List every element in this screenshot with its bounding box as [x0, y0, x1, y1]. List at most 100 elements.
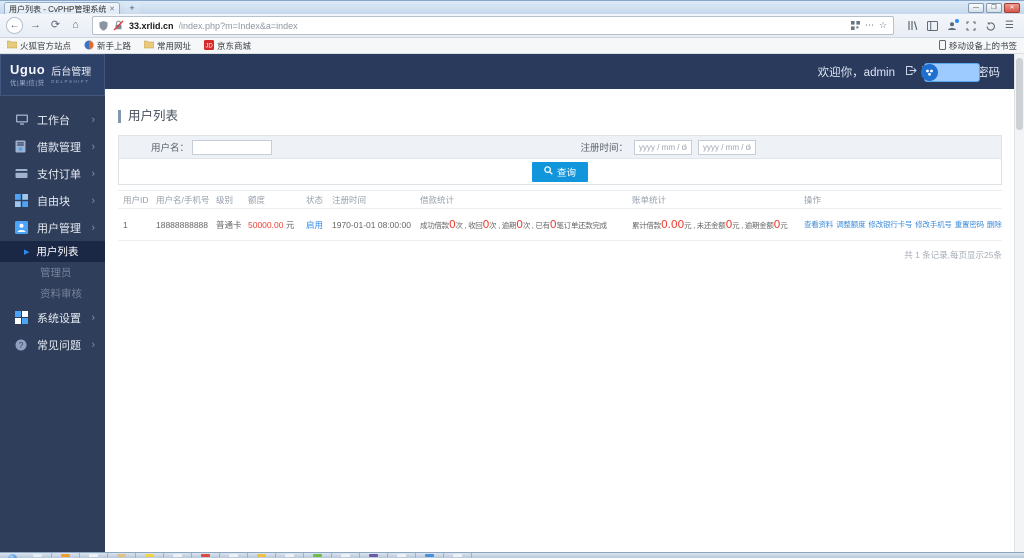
mobile-bookmarks[interactable]: 移动设备上的书签 [938, 39, 1017, 52]
taskbar-button[interactable] [80, 553, 108, 558]
logo-title-sub: DELPSHIFT [51, 78, 90, 84]
bookmark-item[interactable]: 火狐官方站点 [6, 40, 71, 52]
date-to-input[interactable] [698, 139, 756, 155]
operation-link[interactable]: 调整额度 [836, 220, 865, 229]
taskbar-button[interactable] [220, 553, 248, 558]
cell-loan-stats: 成功借款0次 , 收回0次 , 逾期0次 , 已有0笔订单还款完成 [420, 218, 607, 231]
taskbar-button[interactable] [332, 553, 360, 558]
extension-overlay-badge[interactable] [921, 63, 980, 82]
firefox-icon [84, 40, 94, 52]
chevron-right-icon: › [91, 113, 95, 126]
screenshot-icon[interactable] [966, 20, 976, 31]
taskbar-button[interactable] [24, 553, 52, 558]
logout-icon [905, 65, 917, 79]
column-header: 状态 [306, 194, 324, 205]
maximize-button[interactable]: ❐ [986, 3, 1002, 13]
operation-link[interactable]: 重置密码 [955, 220, 984, 229]
cell-level: 普通卡 [216, 219, 242, 230]
taskbar-button[interactable] [360, 553, 388, 558]
table-row: 1 18888888888 普通卡 50000.00 元 启用 1970-01-… [118, 208, 1002, 241]
url-bar[interactable]: 33.xrlid.cn /index.php?m=Index&a=index ⋯… [92, 16, 895, 35]
scrollbar-thumb[interactable] [1016, 58, 1023, 130]
chevron-right-icon: › [91, 167, 95, 180]
taskbar-button[interactable] [444, 553, 472, 558]
start-button[interactable] [0, 553, 24, 558]
taskbar-button[interactable] [304, 553, 332, 558]
bookmark-item[interactable]: 常用网址 [143, 40, 191, 52]
taskbar-button[interactable] [276, 553, 304, 558]
forward-icon[interactable]: → [28, 18, 43, 33]
search-button[interactable]: 查询 [532, 161, 588, 182]
site-header: 欢迎你，admin 注销 修改密码 [0, 54, 1024, 89]
back-icon[interactable]: ← [6, 17, 23, 34]
sidebar-item-free-blocks[interactable]: 自由块 › [0, 187, 105, 214]
mobile-bookmarks-label: 移动设备上的书签 [948, 40, 1017, 51]
column-header: 级别 [216, 194, 234, 205]
column-header: 操作 [804, 194, 822, 205]
new-tab-button[interactable]: + [124, 3, 140, 14]
qr-code-icon[interactable] [850, 21, 860, 30]
bookmark-item[interactable]: JD 京东商城 [204, 39, 251, 52]
library-icon[interactable] [907, 20, 918, 31]
sidebar-toggle-icon[interactable] [927, 20, 939, 31]
date-from-input[interactable] [634, 139, 692, 155]
monitor-icon [15, 113, 29, 126]
link-badge-icon [921, 64, 938, 81]
folder-icon [143, 40, 155, 51]
reload-icon[interactable]: ⟳ [48, 18, 63, 33]
screen: 用户列表 - CvPHP管理系统 ✕ + — ❐ ✕ ← → ⟳ ⌂ 33.xr… [0, 0, 1024, 558]
pay-card-icon [15, 168, 29, 179]
sidebar-item-user-management[interactable]: 用户管理 › [0, 214, 105, 241]
sidebar-subitem-data-review[interactable]: 资料审核 [0, 283, 105, 304]
operation-link[interactable]: 删除会员 [987, 220, 1002, 229]
status-toggle-link[interactable]: 启用 [306, 220, 323, 230]
home-icon[interactable]: ⌂ [68, 18, 83, 33]
operation-link[interactable]: 修改银行卡号 [868, 220, 912, 229]
url-path: /index.php?m=Index&a=index [178, 20, 298, 31]
bookmarks-bar: 火狐官方站点 新手上路 常用网址 JD 京东商城 移动设备上的书签 [0, 38, 1024, 54]
sidebar: Uguo 优|果|信|贷 后台管理 DELPSHIFT 工作台 › 借款管理 › 支付订… [0, 54, 105, 552]
main-content: 用户列表 用户名： 注册时间： 查询 用户ID用户名/手机号级别额度状态注册时间… [105, 89, 1024, 552]
operation-link[interactable]: 查看资料 [804, 220, 833, 229]
sidebar-item-payment-orders[interactable]: 支付订单 › [0, 160, 105, 187]
account-icon[interactable] [947, 18, 960, 31]
taskbar-button[interactable] [52, 553, 80, 558]
taskbar-button[interactable] [136, 553, 164, 558]
taskbar-button[interactable] [192, 553, 220, 558]
minimize-button[interactable]: — [968, 3, 984, 13]
sidebar-item-system-settings[interactable]: 系统设置 › [0, 304, 105, 331]
username-input[interactable] [192, 139, 273, 155]
sidebar-item-workbench[interactable]: 工作台 › [0, 106, 105, 133]
taskbar-button[interactable] [248, 553, 276, 558]
tracking-shield-icon[interactable] [99, 20, 108, 31]
notification-dot [955, 18, 960, 23]
taskbar-button[interactable] [388, 553, 416, 558]
session-restore-icon[interactable] [985, 21, 996, 31]
tab-close-icon[interactable]: ✕ [109, 5, 115, 13]
chevron-right-icon: › [91, 338, 95, 351]
scrollbar[interactable] [1014, 54, 1024, 552]
windows-taskbar [0, 552, 1024, 558]
chevron-right-icon: › [91, 140, 95, 153]
sidebar-subitem-administrators[interactable]: 管理员 [0, 262, 105, 283]
operation-link[interactable]: 修改手机号 [915, 220, 952, 229]
windows-icon [15, 311, 29, 324]
sidebar-item-loan-management[interactable]: 借款管理 › [0, 133, 105, 160]
column-header: 用户ID [123, 194, 149, 205]
cell-status: 启用 [306, 219, 332, 231]
taskbar-button[interactable] [416, 553, 444, 558]
cell-quota: 50000.00 元 [248, 219, 295, 230]
cell-username: 18888888888 [156, 219, 209, 230]
sidebar-subitem-user-list[interactable]: ▶ 用户列表 [0, 241, 105, 262]
bookmark-item[interactable]: 新手上路 [84, 40, 131, 52]
bookmark-star-icon[interactable]: ☆ [879, 20, 887, 31]
page-actions-icon[interactable]: ⋯ [865, 20, 874, 31]
taskbar-button[interactable] [164, 553, 192, 558]
close-button[interactable]: ✕ [1004, 3, 1020, 13]
taskbar-button[interactable] [108, 553, 136, 558]
menu-icon[interactable]: ☰ [1005, 20, 1014, 31]
active-caret-icon: ▶ [24, 248, 30, 256]
welcome-text: 欢迎你，admin [817, 66, 895, 79]
sidebar-item-faq[interactable]: ? 常见问题 › [0, 331, 105, 358]
insecure-lock-icon[interactable] [113, 20, 124, 31]
